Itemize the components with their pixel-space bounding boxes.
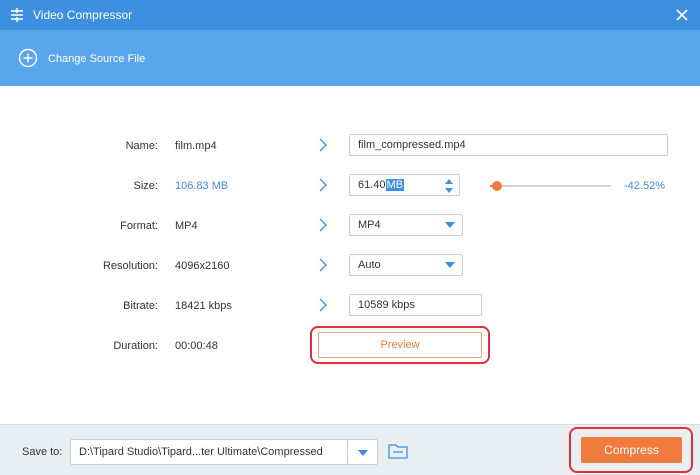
chevron-right-icon xyxy=(319,178,327,192)
preview-button[interactable]: Preview xyxy=(318,332,482,358)
output-size-stepper[interactable]: 61.40MB xyxy=(349,174,460,196)
save-to-label: Save to: xyxy=(22,446,63,458)
chevron-right-icon xyxy=(319,138,327,152)
spin-up-icon[interactable] xyxy=(445,179,453,184)
format-label: Format: xyxy=(120,220,158,232)
path-divider xyxy=(347,440,348,464)
dropdown-arrow-icon xyxy=(445,262,455,268)
original-format: MP4 xyxy=(175,220,198,232)
save-path-select[interactable]: D:\Tipard Studio\Tipard...ter Ultimate\C… xyxy=(70,439,378,465)
close-icon[interactable] xyxy=(672,5,692,25)
window-title: Video Compressor xyxy=(33,8,133,22)
bitrate-label: Bitrate: xyxy=(123,300,158,312)
format-select[interactable]: MP4 xyxy=(349,214,463,236)
change-source-file-button[interactable]: Change Source File xyxy=(48,53,145,65)
bitrate-input-value: 10589 kbps xyxy=(358,299,415,311)
chevron-right-icon xyxy=(319,298,327,312)
add-circle-icon[interactable] xyxy=(18,48,38,68)
resolution-label: Resolution: xyxy=(102,260,158,272)
duration-label: Duration: xyxy=(113,340,158,352)
output-size-unit: MB xyxy=(385,179,405,191)
original-resolution: 4096x2160 xyxy=(175,260,230,272)
spin-down-icon[interactable] xyxy=(445,188,453,193)
original-name: film.mp4 xyxy=(175,140,217,152)
save-path-value: D:\Tipard Studio\Tipard...ter Ultimate\C… xyxy=(79,446,323,458)
chevron-right-icon xyxy=(319,258,327,272)
output-size-number: 61.40 xyxy=(358,179,386,191)
folder-icon[interactable] xyxy=(387,441,409,461)
footer-bar: Save to: D:\Tipard Studio\Tipard...ter U… xyxy=(0,424,700,475)
size-label: Size: xyxy=(133,180,158,192)
title-bar: Video Compressor xyxy=(0,0,700,30)
toolbar: Change Source File xyxy=(0,30,700,86)
chevron-right-icon xyxy=(319,218,327,232)
output-name-input[interactable]: film_compressed.mp4 xyxy=(349,134,668,156)
dropdown-arrow-icon[interactable] xyxy=(358,450,368,456)
original-size: 106.83 MB xyxy=(175,180,229,192)
output-name-value: film_compressed.mp4 xyxy=(358,139,466,151)
resolution-select-value: Auto xyxy=(358,259,381,271)
bitrate-input[interactable]: 10589 kbps xyxy=(349,294,482,316)
compress-button[interactable]: Compress xyxy=(581,437,682,463)
app-icon xyxy=(11,8,23,22)
original-bitrate: 18421 kbps xyxy=(175,300,232,312)
size-slider-thumb[interactable] xyxy=(492,181,503,191)
size-reduction-percent: -42.52% xyxy=(624,180,665,192)
main-panel: Name: film.mp4 film_compressed.mp4 Size:… xyxy=(0,86,700,424)
original-duration: 00:00:48 xyxy=(175,340,218,352)
size-slider[interactable] xyxy=(490,181,611,191)
resolution-select[interactable]: Auto xyxy=(349,254,463,276)
dropdown-arrow-icon xyxy=(445,222,455,228)
name-label: Name: xyxy=(125,140,158,152)
format-select-value: MP4 xyxy=(358,219,381,231)
